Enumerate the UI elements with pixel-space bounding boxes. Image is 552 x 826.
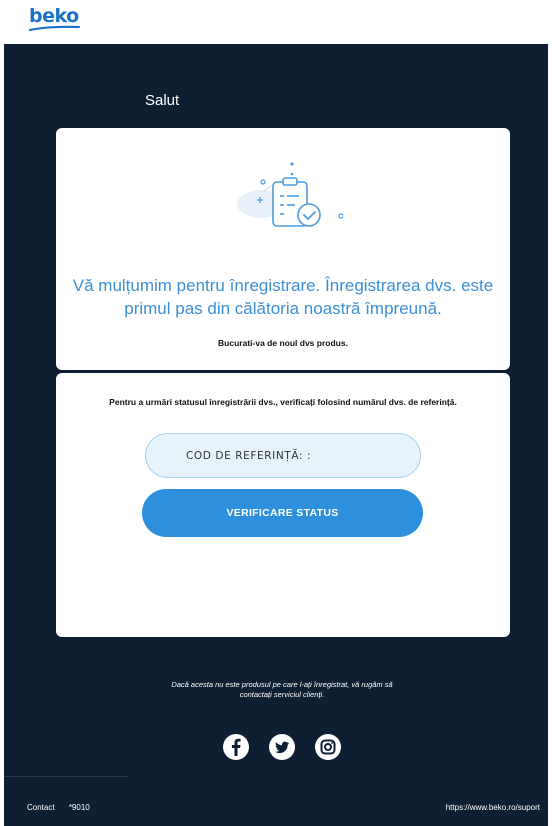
thanks-message: Vă mulțumim pentru înregistrare. Înregis… [72, 276, 494, 318]
greeting: Salut [145, 92, 180, 109]
support-link[interactable]: https://www.beko.ro/suport [446, 803, 540, 812]
logo-text: beko [29, 5, 79, 27]
status-card: Pentru a urmări statusul înregistrării d… [56, 373, 510, 637]
contact-link[interactable]: Contact [27, 803, 55, 812]
instagram-icon[interactable] [314, 733, 342, 761]
footer-divider [4, 776, 128, 777]
twitter-icon[interactable] [268, 733, 296, 761]
verify-status-button[interactable]: VERIFICARE STATUS [142, 489, 423, 537]
enjoy-message: Bucurati-va de noul dvs produs. [218, 338, 348, 348]
clipboard-check-icon [237, 162, 343, 227]
contact-number: *9010 [68, 803, 90, 812]
header: beko [0, 0, 552, 44]
beko-logo[interactable]: beko [29, 6, 81, 36]
product-notice: Dacă acesta nu este produsul pe care l-a… [171, 680, 393, 699]
facebook-icon[interactable] [222, 733, 250, 761]
page: beko Salut Vă mulțumim pentru înregistra… [0, 0, 552, 826]
reference-code-field[interactable]: COD DE REFERINȚĂ: : [145, 433, 421, 478]
logo-swoosh-icon [29, 25, 81, 32]
track-instructions: Pentru a urmări statusul înregistrării d… [109, 397, 457, 407]
confirmation-card: Vă mulțumim pentru înregistrare. Înregis… [56, 128, 510, 370]
footer-contact: Contact *9010 [27, 803, 102, 812]
